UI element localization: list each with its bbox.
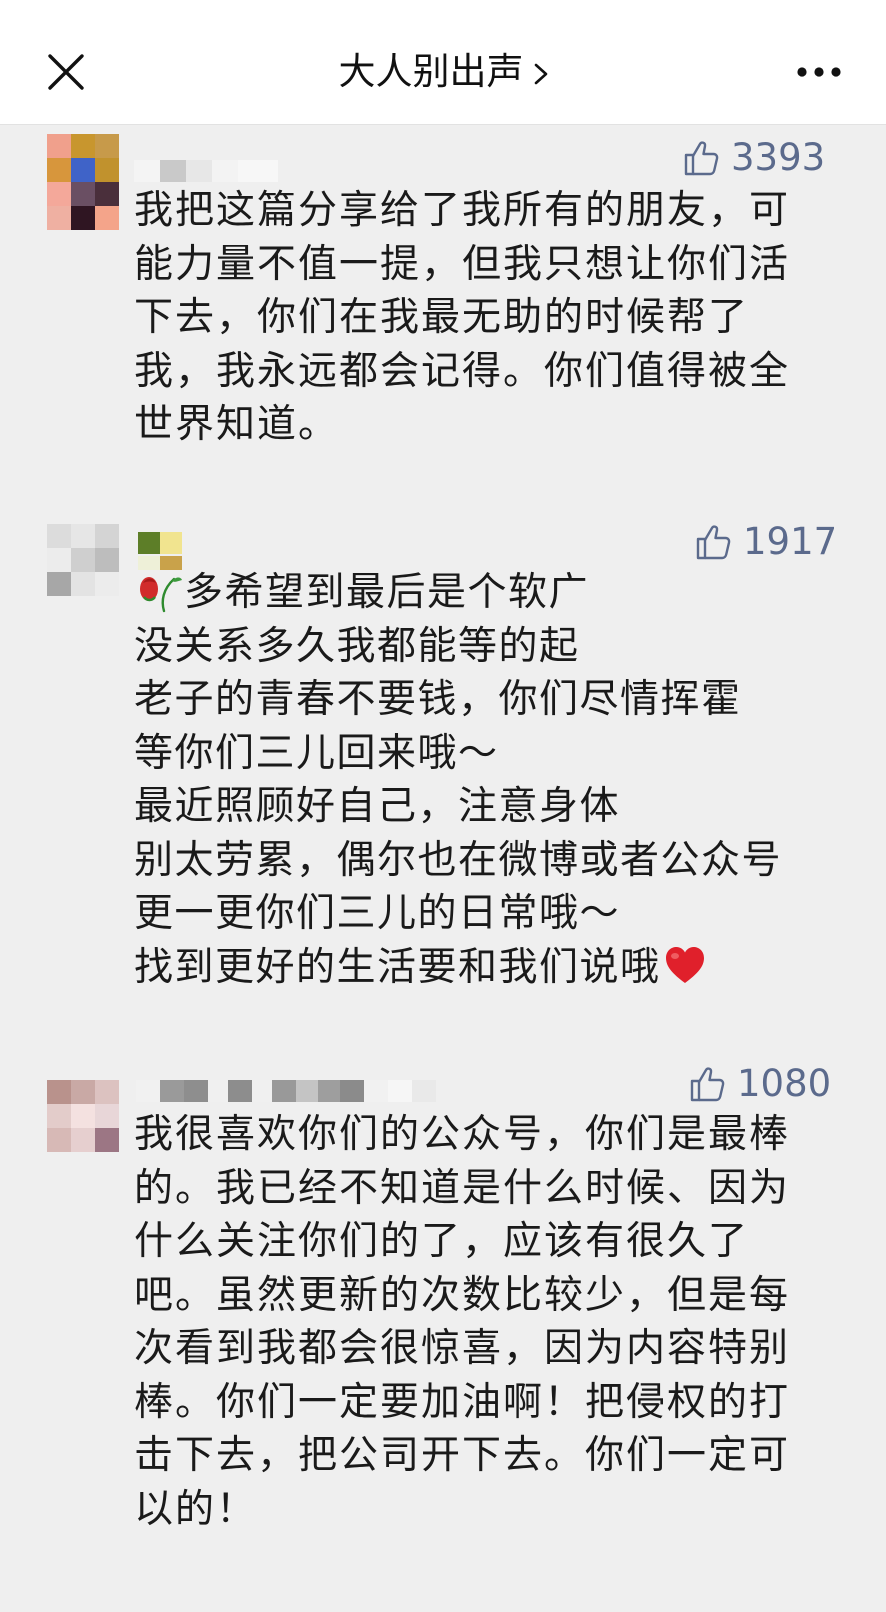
like-count: 3393 — [731, 136, 826, 179]
comment-text: 我把这篇分享给了我所有的朋友，可 能力量不值一提，但我只想让你们活 下去，你们在… — [134, 188, 791, 447]
page-title: 大人别出声 — [0, 48, 886, 96]
comment-text-body: 没关系多久我都能等的起 老子的青春不要钱，你们尽情挥霍 等你们三儿回来哦～ 最近… — [134, 623, 783, 937]
avatar[interactable] — [47, 1080, 119, 1176]
account-name-link[interactable]: 大人别出声 — [339, 50, 548, 93]
like-button[interactable]: 3393 — [682, 136, 825, 179]
thumbs-up-icon — [690, 1066, 725, 1101]
like-count: 1917 — [743, 520, 838, 563]
heart-icon — [665, 946, 704, 983]
comment-first-line: 多希望到最后是个软广 — [184, 570, 590, 615]
more-icon — [797, 67, 841, 77]
avatar[interactable] — [47, 134, 119, 230]
like-button[interactable]: 1917 — [694, 520, 837, 563]
thumbs-up-icon — [684, 140, 719, 175]
nav-bar: 大人别出声 — [0, 0, 886, 125]
comment-last-line: 找到更好的生活要和我们说哦 — [134, 944, 661, 990]
like-count: 1080 — [737, 1062, 832, 1105]
more-button[interactable] — [796, 56, 842, 92]
close-icon — [48, 54, 84, 90]
username-blurred — [136, 1076, 436, 1106]
chevron-right-icon — [534, 63, 547, 84]
rose-icon — [140, 577, 182, 613]
page-title-text: 大人别出声 — [338, 50, 524, 93]
avatar[interactable] — [47, 524, 119, 620]
thumbs-up-icon — [696, 524, 731, 559]
like-button[interactable]: 1080 — [688, 1062, 831, 1105]
close-button[interactable] — [44, 50, 88, 94]
comment-text: 多希望到最后是个软广 没关系多久我都能等的起 老子的青春不要钱，你们尽情挥霍 等… — [134, 566, 814, 994]
username-blurred — [134, 156, 278, 186]
comment-text: 我很喜欢你们的公众号，你们是最棒 的。我已经不知道是什么时候、因为 什么关注你们… — [134, 1112, 791, 1532]
